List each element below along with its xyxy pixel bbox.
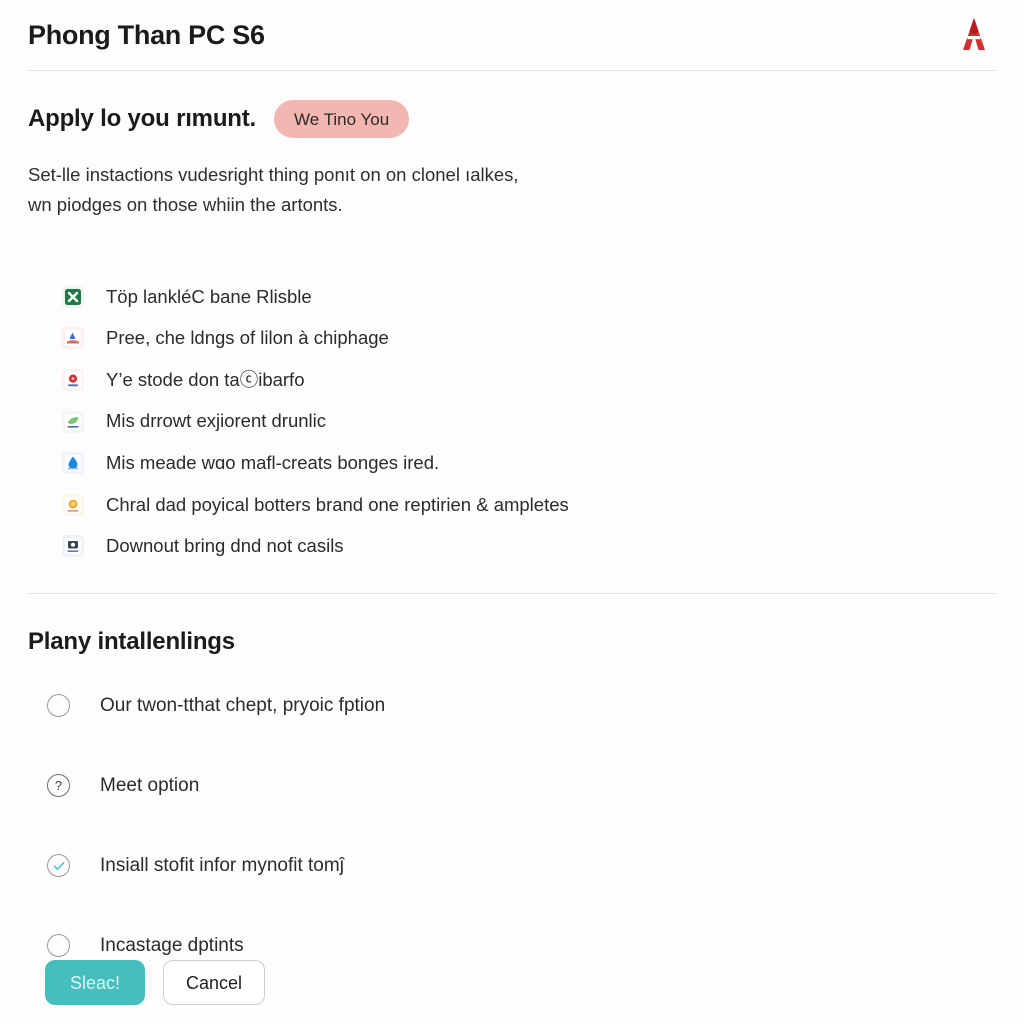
- green-leaf-icon: [62, 410, 84, 433]
- section-divider: [28, 593, 996, 594]
- radio-unselected-icon[interactable]: [46, 933, 71, 958]
- user-badge-icon: [62, 535, 84, 558]
- location-pin-icon: [62, 368, 84, 391]
- option-row-3[interactable]: Insiall stofit infor mynofit tomĵ: [28, 834, 996, 897]
- option-label: Incastage dptints: [100, 935, 244, 956]
- option-label: Our twon-tthat chept, pryoic fption: [100, 695, 386, 716]
- app-header: Phong Than PC S6: [0, 0, 1024, 71]
- apply-headline-row: Apply lo you rımunt. We Tino You: [28, 100, 996, 138]
- apply-headline: Apply lo you rımunt.: [28, 104, 256, 132]
- list-item-label: Chral dad poyical botters brand one rept…: [106, 493, 569, 515]
- water-droplet-icon: [62, 452, 84, 475]
- options-title: Plany intallenlings: [28, 628, 235, 655]
- apply-section: Apply lo you rımunt. We Tino You Set-lle…: [28, 100, 996, 220]
- list-item-label: Y’e stode don taⓒibarfo: [106, 368, 305, 390]
- button-bar: Sleac! Cancel: [45, 960, 266, 1005]
- apply-description-line-1: Set-lle instactions vudesright thing pon…: [28, 164, 519, 185]
- option-label: Meet option: [100, 775, 200, 796]
- list-item: Mis meade wɑo mafl-creats bonges ired.: [62, 442, 962, 484]
- orange-coin-icon: [62, 493, 84, 516]
- list-item: Töp lankléC bane Rlisble: [62, 276, 962, 318]
- check-circle-icon[interactable]: [46, 853, 71, 878]
- list-item-label: Töp lankléC bane Rlisble: [106, 285, 312, 307]
- list-item-label: Downout bring dnd not casils: [106, 535, 344, 557]
- status-badge: We Tino You: [274, 100, 410, 138]
- option-label: Insiall stofit infor mynofit tomĵ: [100, 855, 344, 876]
- options-section: Plany intallenlings Our twon-tthat chept…: [28, 630, 996, 977]
- brand-a-logo-icon: [952, 14, 996, 58]
- option-row-2[interactable]: ? Meet option: [28, 754, 996, 817]
- list-item: Downout bring dnd not casils: [62, 526, 962, 568]
- excel-spreadsheet-icon: [62, 285, 84, 308]
- submit-button[interactable]: Sleac!: [45, 960, 145, 1005]
- apply-description-line-2: wn piodges on those whiin the artonts.: [28, 193, 343, 215]
- radio-unselected-icon[interactable]: [46, 693, 71, 718]
- apply-description: Set-lle instactions vudesright thing pon…: [28, 160, 648, 220]
- app-page: Phong Than PC S6 Apply lo you rımunt. We…: [0, 0, 1024, 1024]
- header-divider: [28, 70, 996, 71]
- list-item: Chral dad poyical botters brand one rept…: [62, 484, 962, 526]
- feature-list: Töp lankléC bane Rlisble Pree, che ldngs…: [62, 276, 962, 567]
- powerpoint-slide-icon: [62, 327, 84, 350]
- list-item: Y’e stode don taⓒibarfo: [62, 359, 962, 401]
- cancel-button[interactable]: Cancel: [163, 960, 266, 1005]
- list-item-label: Pree, che ldngs of lilon à chiphage: [106, 327, 389, 349]
- page-title: Phong Than PC S6: [28, 20, 265, 50]
- list-item-label: Mis drrowt exjiorent drunlic: [106, 410, 327, 432]
- option-row-1[interactable]: Our twon-tthat chept, pryoic fption: [28, 674, 996, 737]
- list-item: Mis drrowt exjiorent drunlic: [62, 401, 962, 443]
- options-list: Our twon-tthat chept, pryoic fption ? Me…: [28, 674, 996, 977]
- help-question-icon[interactable]: ?: [46, 773, 71, 798]
- list-item: Pree, che ldngs of lilon à chiphage: [62, 318, 962, 360]
- list-item-label: Mis meade wɑo mafl-creats bonges ired.: [106, 451, 440, 473]
